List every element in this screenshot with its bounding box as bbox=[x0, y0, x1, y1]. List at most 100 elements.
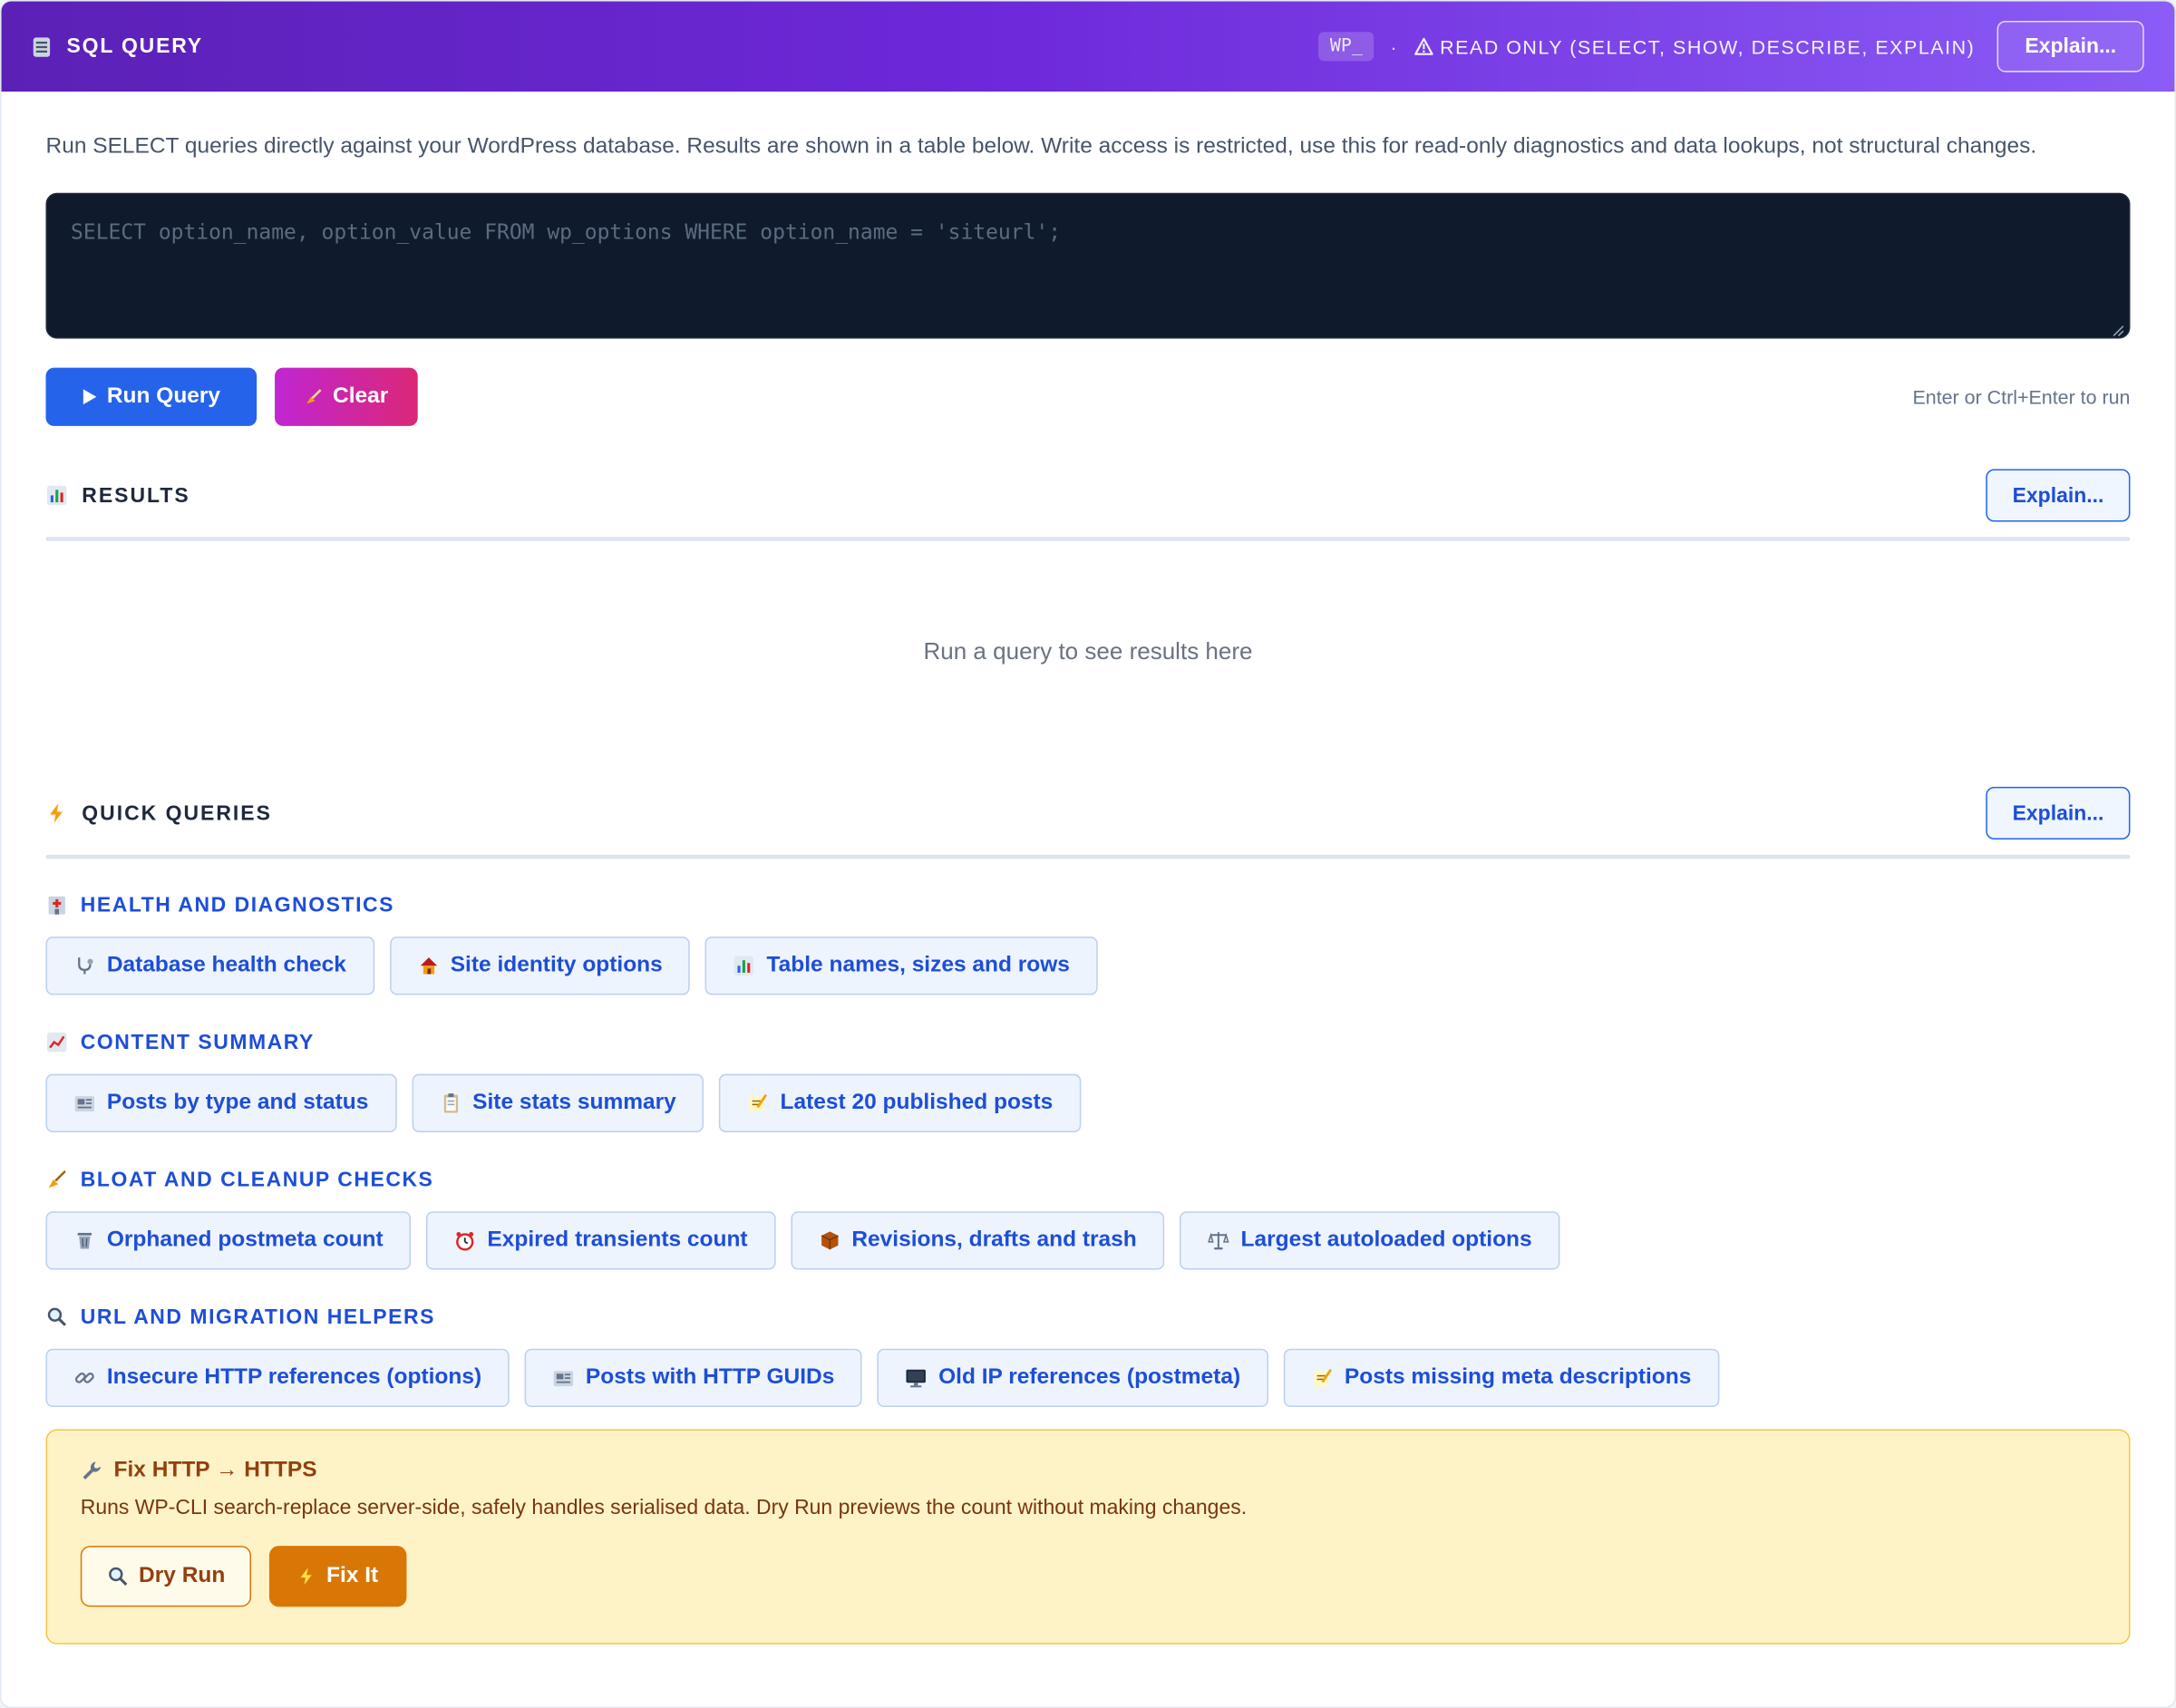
panel-content: Run SELECT queries directly against your… bbox=[2, 92, 2175, 1645]
query-toolbar: Run Query Clear Enter or Ctrl+Enter to r… bbox=[45, 367, 2131, 426]
monitor-icon bbox=[905, 1367, 927, 1389]
group-title-url: URL AND MIGRATION HELPERS bbox=[46, 1303, 2131, 1331]
memo-icon bbox=[747, 1092, 769, 1114]
quick-queries-explain-button[interactable]: Explain... bbox=[1986, 786, 2131, 840]
trend-chart-icon bbox=[46, 1031, 68, 1053]
run-shortcut-hint: Enter or Ctrl+Enter to run bbox=[1912, 385, 2131, 408]
query-chip-label: Posts with HTTP GUIDs bbox=[585, 1365, 835, 1390]
query-chip-posts-missing-meta-descriptions[interactable]: Posts missing meta descriptions bbox=[1283, 1348, 1719, 1408]
run-query-button[interactable]: Run Query bbox=[45, 367, 257, 426]
query-group-content: CONTENT SUMMARY Posts by type and status bbox=[45, 1028, 2131, 1132]
query-chip-label: Latest 20 published posts bbox=[780, 1091, 1054, 1115]
clipboard-icon bbox=[439, 1092, 461, 1114]
play-icon bbox=[82, 389, 97, 405]
query-chip-label: Database health check bbox=[106, 953, 346, 977]
query-chip-database-health-check[interactable]: Database health check bbox=[45, 936, 374, 995]
query-chip-label: Table names, sizes and rows bbox=[766, 953, 1070, 977]
query-chip-posts-with-http-guids[interactable]: Posts with HTTP GUIDs bbox=[524, 1348, 862, 1408]
group-title-content: CONTENT SUMMARY bbox=[46, 1028, 2131, 1056]
scales-icon bbox=[1208, 1229, 1229, 1251]
chips-content: Posts by type and status Site stats summ… bbox=[45, 1073, 2131, 1132]
chips-url: Insecure HTTP references (options) Posts… bbox=[45, 1348, 2131, 1408]
query-chip-label: Site stats summary bbox=[472, 1091, 676, 1115]
magnifier-icon bbox=[46, 1305, 68, 1327]
query-chip-label: Orphaned postmeta count bbox=[106, 1228, 384, 1252]
query-chip-label: Expired transients count bbox=[487, 1228, 748, 1252]
table-prefix-badge: WP_ bbox=[1318, 32, 1375, 62]
package-icon bbox=[819, 1229, 840, 1251]
query-chip-insecure-http-references[interactable]: Insecure HTTP references (options) bbox=[45, 1348, 510, 1408]
fix-https-actions: Dry Run Fix It bbox=[80, 1546, 2095, 1607]
fix-https-panel: Fix HTTP → HTTPS Runs WP-CLI search-repl… bbox=[45, 1429, 2131, 1645]
query-chip-label: Insecure HTTP references (options) bbox=[106, 1365, 482, 1390]
query-group-health: HEALTH AND DIAGNOSTICS Database health c… bbox=[45, 891, 2131, 995]
query-chip-expired-transients-count[interactable]: Expired transients count bbox=[426, 1211, 776, 1270]
quick-queries-header: QUICK QUERIES Explain... bbox=[46, 786, 2131, 840]
broom-icon bbox=[46, 1169, 68, 1190]
resize-handle-icon[interactable] bbox=[2111, 319, 2124, 336]
header-separator: · bbox=[1390, 35, 1397, 58]
clear-label: Clear bbox=[333, 383, 389, 408]
group-title-health: HEALTH AND DIAGNOSTICS bbox=[46, 891, 2131, 919]
results-empty-state: Run a query to see results here bbox=[923, 638, 1253, 665]
query-chip-site-identity-options[interactable]: Site identity options bbox=[389, 936, 691, 995]
query-chip-label: Posts by type and status bbox=[106, 1091, 369, 1115]
link-icon bbox=[73, 1367, 95, 1389]
quick-queries-title: QUICK QUERIES bbox=[82, 801, 272, 825]
fix-it-button[interactable]: Fix It bbox=[269, 1546, 406, 1607]
dry-run-button[interactable]: Dry Run bbox=[80, 1546, 252, 1607]
query-chip-site-stats-summary[interactable]: Site stats summary bbox=[411, 1073, 704, 1132]
group-title-label: HEALTH AND DIAGNOSTICS bbox=[80, 892, 394, 917]
clear-button[interactable]: Clear bbox=[274, 367, 418, 426]
query-chip-label: Revisions, drafts and trash bbox=[851, 1228, 1137, 1252]
panel-header: SQL QUERY WP_ · READ ONLY (SELECT, SHOW,… bbox=[1, 1, 2175, 92]
lightning-icon bbox=[46, 802, 68, 824]
warning-icon bbox=[1413, 37, 1433, 55]
query-chip-label: Posts missing meta descriptions bbox=[1344, 1365, 1692, 1390]
group-title-label: CONTENT SUMMARY bbox=[80, 1030, 315, 1054]
query-chip-table-names-sizes-rows[interactable]: Table names, sizes and rows bbox=[705, 936, 1098, 995]
query-group-bloat: BLOAT AND CLEANUP CHECKS Orphaned postme… bbox=[45, 1166, 2131, 1270]
read-only-mode-label: READ ONLY (SELECT, SHOW, DESCRIBE, EXPLA… bbox=[1440, 35, 1976, 58]
house-icon bbox=[417, 955, 439, 976]
database-icon bbox=[32, 35, 51, 57]
query-chip-orphaned-postmeta-count[interactable]: Orphaned postmeta count bbox=[45, 1211, 412, 1270]
query-chip-old-ip-references[interactable]: Old IP references (postmeta) bbox=[877, 1348, 1268, 1408]
panel-description: Run SELECT queries directly against your… bbox=[45, 134, 2037, 159]
bar-chart-icon bbox=[46, 484, 68, 506]
query-chip-label: Largest autoloaded options bbox=[1240, 1228, 1532, 1252]
query-chip-revisions-drafts-trash[interactable]: Revisions, drafts and trash bbox=[791, 1211, 1165, 1270]
query-chip-posts-by-type-status[interactable]: Posts by type and status bbox=[45, 1073, 396, 1132]
magnifier-icon bbox=[107, 1566, 129, 1587]
sql-query-panel: SQL QUERY WP_ · READ ONLY (SELECT, SHOW,… bbox=[0, 0, 2176, 1708]
lightning-icon bbox=[297, 1567, 316, 1586]
alarm-clock-icon bbox=[454, 1229, 476, 1251]
panel-title: SQL QUERY bbox=[66, 34, 203, 59]
sql-editor bbox=[45, 192, 2131, 339]
dry-run-label: Dry Run bbox=[139, 1563, 226, 1588]
bar-chart-icon bbox=[733, 955, 755, 976]
run-query-label: Run Query bbox=[106, 383, 221, 408]
quick-queries-divider bbox=[45, 854, 2131, 859]
group-title-label: URL AND MIGRATION HELPERS bbox=[80, 1305, 435, 1329]
results-explain-button[interactable]: Explain... bbox=[1986, 469, 2131, 522]
chips-health: Database health check Site identity opti… bbox=[45, 936, 2131, 995]
query-chip-latest-published-posts[interactable]: Latest 20 published posts bbox=[719, 1073, 1081, 1132]
query-chip-label: Site identity options bbox=[450, 953, 663, 977]
group-title-bloat: BLOAT AND CLEANUP CHECKS bbox=[46, 1166, 2131, 1194]
fix-https-title-label: Fix HTTP → HTTPS bbox=[113, 1458, 317, 1482]
chips-bloat: Orphaned postmeta count Expired transien… bbox=[45, 1211, 2131, 1270]
sql-query-input[interactable] bbox=[71, 218, 2105, 313]
hospital-icon bbox=[46, 894, 68, 916]
trash-icon bbox=[73, 1229, 95, 1251]
query-chip-label: Old IP references (postmeta) bbox=[938, 1365, 1241, 1390]
fix-https-title: Fix HTTP → HTTPS bbox=[81, 1459, 2095, 1484]
query-group-url: URL AND MIGRATION HELPERS Insecure HTTP … bbox=[45, 1303, 2131, 1408]
results-header: RESULTS Explain... bbox=[46, 469, 2131, 522]
query-chip-largest-autoloaded-options[interactable]: Largest autoloaded options bbox=[1180, 1211, 1560, 1270]
memo-icon bbox=[1311, 1367, 1333, 1389]
wrench-icon bbox=[81, 1460, 102, 1481]
stethoscope-icon bbox=[73, 955, 95, 976]
header-explain-button[interactable]: Explain... bbox=[1996, 20, 2144, 73]
broom-icon bbox=[304, 387, 323, 406]
